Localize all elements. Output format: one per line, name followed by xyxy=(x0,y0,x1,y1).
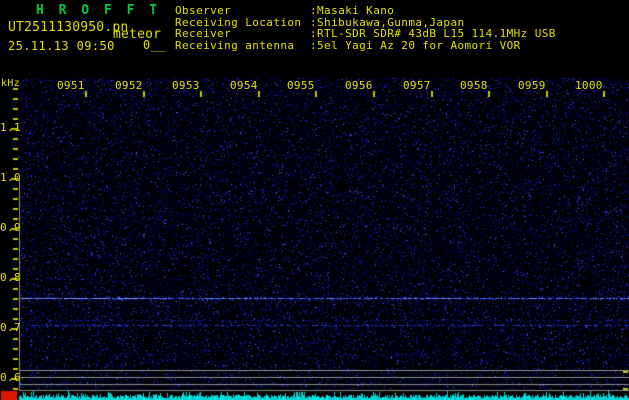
time-tick-label: 0952 xyxy=(115,79,143,92)
time-tick-label: 0957 xyxy=(403,79,431,92)
meta-label: Receiving antenna xyxy=(175,38,295,52)
time-tick-label: 1000 xyxy=(575,79,603,92)
echo-counter: 0__ xyxy=(143,38,166,52)
app-title: H R O F F T xyxy=(36,3,161,18)
time-tick-label: 0958 xyxy=(460,79,488,92)
freq-tick-label: 0.7 xyxy=(0,321,22,334)
time-tick-label: 0954 xyxy=(230,79,258,92)
spectrogram-canvas xyxy=(0,0,629,400)
meta-value: :5el Yagi Az 20 for Aomori VOR xyxy=(310,38,521,52)
freq-tick-label: 1.0 xyxy=(0,171,22,184)
time-tick-label: 0959 xyxy=(518,79,546,92)
freq-tick-label: 0.9 xyxy=(0,221,22,234)
timestamp: 25.11.13 09:50 xyxy=(8,39,115,53)
output-filename: UT2511130950.pn xyxy=(8,20,129,35)
y-axis-unit: kHz xyxy=(1,78,20,89)
freq-tick-label: 0.8 xyxy=(0,271,22,284)
freq-tick-label: 1.1 xyxy=(0,121,22,134)
time-tick-label: 0951 xyxy=(57,79,85,92)
time-tick-label: 0956 xyxy=(345,79,373,92)
hrofft-output-window: H R O F F T UT2511130950.pn meteor 25.11… xyxy=(0,0,629,400)
time-tick-label: 0955 xyxy=(287,79,315,92)
time-tick-label: 0953 xyxy=(172,79,200,92)
freq-tick-label: 0.6 xyxy=(0,371,22,384)
